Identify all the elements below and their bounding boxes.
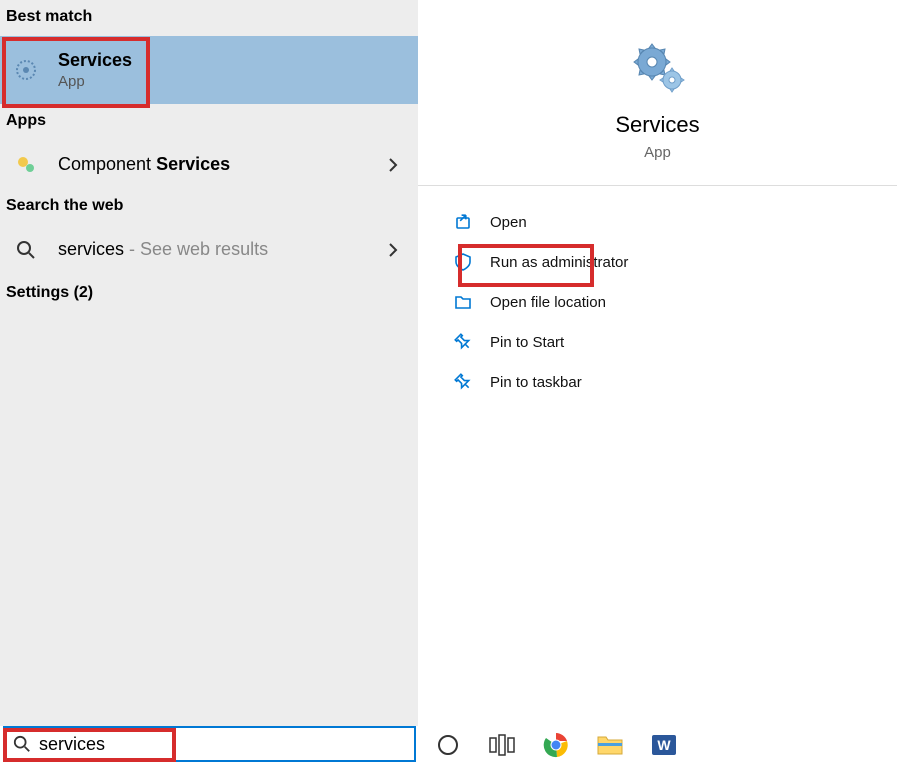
task-view-icon[interactable] (488, 731, 516, 759)
action-pin-to-start[interactable]: Pin to Start (418, 322, 897, 362)
action-label: Pin to taskbar (490, 374, 582, 391)
detail-header: Services App (418, 0, 897, 186)
folder-icon (452, 292, 474, 312)
action-pin-to-taskbar[interactable]: Pin to taskbar (418, 362, 897, 402)
detail-pane: Services App Open Run as administrator (418, 0, 897, 726)
best-match-label: Best match (0, 0, 418, 36)
apps-result-label: Component Services (58, 154, 370, 175)
taskbar: W (420, 725, 897, 765)
pin-icon (452, 372, 474, 392)
search-icon (12, 240, 40, 260)
action-label: Run as administrator (490, 254, 628, 271)
detail-subtitle: App (644, 144, 671, 161)
search-icon (13, 735, 31, 753)
web-result[interactable]: services - See web results (0, 225, 418, 274)
apps-label: Apps (0, 104, 418, 140)
chevron-right-icon (388, 157, 406, 173)
search-results-pane: Best match Services App Apps Component S… (0, 0, 418, 726)
action-open[interactable]: Open (418, 202, 897, 242)
apps-result-component-services[interactable]: Component Services (0, 140, 418, 189)
web-result-label: services - See web results (58, 239, 370, 260)
search-box[interactable] (3, 726, 416, 762)
action-open-file-location[interactable]: Open file location (418, 282, 897, 322)
gear-icon (12, 58, 40, 82)
action-label: Open (490, 214, 527, 231)
action-run-as-admin[interactable]: Run as administrator (418, 242, 897, 282)
gears-icon (628, 38, 688, 98)
pin-icon (452, 332, 474, 352)
component-services-icon (12, 155, 40, 175)
shield-icon (452, 252, 474, 272)
svg-text:W: W (657, 737, 671, 753)
best-match-result[interactable]: Services App (0, 36, 418, 104)
action-list: Open Run as administrator Open file loca… (418, 186, 897, 418)
search-input[interactable] (39, 734, 406, 755)
open-icon (452, 212, 474, 232)
result-subtitle: App (58, 73, 132, 90)
result-title: Services (58, 50, 132, 71)
cortana-icon[interactable] (434, 731, 462, 759)
detail-title: Services (615, 112, 699, 138)
file-explorer-icon[interactable] (596, 731, 624, 759)
chevron-right-icon (388, 242, 406, 258)
word-icon[interactable]: W (650, 731, 678, 759)
settings-results[interactable]: Settings (2) (0, 274, 418, 312)
action-label: Pin to Start (490, 334, 564, 351)
chrome-icon[interactable] (542, 731, 570, 759)
action-label: Open file location (490, 294, 606, 311)
search-web-label: Search the web (0, 189, 418, 225)
